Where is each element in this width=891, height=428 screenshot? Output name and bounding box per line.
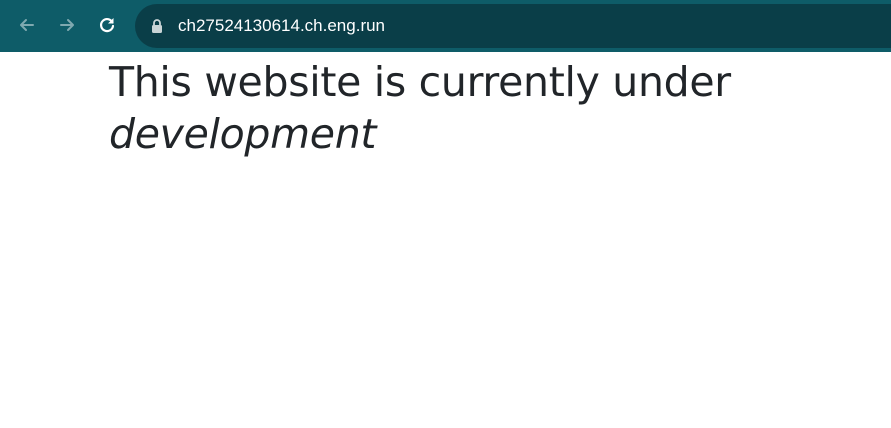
forward-button[interactable] xyxy=(52,10,82,40)
reload-button[interactable] xyxy=(92,10,122,40)
lock-icon xyxy=(150,18,164,34)
page-heading: This website is currently under developm… xyxy=(109,52,869,160)
url-text: ch27524130614.ch.eng.run xyxy=(178,16,386,35)
heading-emphasis: development xyxy=(109,110,377,158)
arrow-left-icon xyxy=(17,15,37,35)
page-content: This website is currently under developm… xyxy=(109,52,869,160)
heading-text: This website is currently under xyxy=(109,58,731,106)
address-bar[interactable]: ch27524130614.ch.eng.run xyxy=(135,4,891,48)
reload-icon xyxy=(97,15,117,35)
arrow-right-icon xyxy=(57,15,77,35)
browser-toolbar: ch27524130614.ch.eng.run xyxy=(0,0,891,52)
back-button[interactable] xyxy=(12,10,42,40)
